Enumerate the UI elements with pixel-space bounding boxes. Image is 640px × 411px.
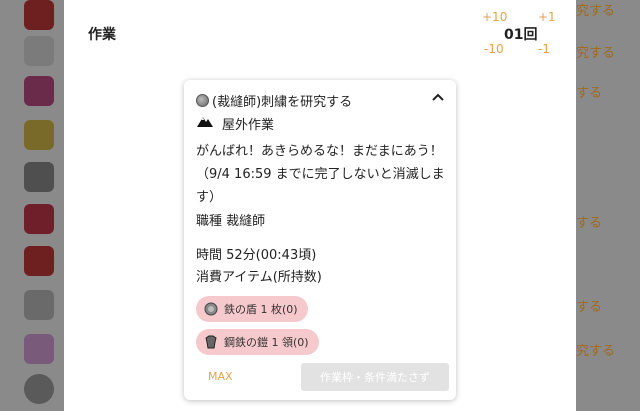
location-label: 屋外作業 xyxy=(222,117,275,133)
task-modal: 作業 +10 +1 01回 -10 -1 (裁縫師)刺繍を研究する 屋外作業 が… xyxy=(64,0,576,411)
job-type: 職種 裁縫師 xyxy=(196,214,266,229)
red-gem-icon xyxy=(24,246,54,276)
cloth-icon xyxy=(24,334,54,364)
mountain-icon xyxy=(196,114,214,132)
max-button[interactable]: MAX xyxy=(208,370,233,383)
background-text: する xyxy=(576,86,603,101)
minus-ten-button[interactable]: -10 xyxy=(484,42,504,56)
steel-armor-icon xyxy=(204,335,218,349)
chevron-up-icon[interactable] xyxy=(428,90,448,110)
consumed-item[interactable]: 鋼鉄の鎧 1 領(0) xyxy=(196,329,319,355)
potion-icon xyxy=(24,204,54,234)
task-card: (裁縫師)刺繍を研究する 屋外作業 がんばれ！あきらめるな！まだまにあう！（9/… xyxy=(184,80,456,400)
list-item xyxy=(24,246,64,276)
list-item xyxy=(24,334,64,364)
repeat-count: 01回 xyxy=(504,27,538,43)
items-heading: 消費アイテム(所持数) xyxy=(196,270,322,285)
task-header[interactable]: (裁縫師)刺繍を研究する xyxy=(196,90,448,110)
list-item xyxy=(24,374,64,404)
furnace-icon xyxy=(24,162,54,192)
list-item xyxy=(24,120,64,150)
list-item xyxy=(24,0,64,30)
coin-icon xyxy=(24,374,54,404)
item-label: 鋼鉄の鎧 1 領(0) xyxy=(224,336,309,349)
task-title: (裁縫師)刺繍を研究する xyxy=(212,94,353,110)
minus-one-button[interactable]: -1 xyxy=(538,42,550,56)
plus-one-button[interactable]: +1 xyxy=(538,10,556,24)
barrel-icon xyxy=(24,290,54,320)
background-text: 究する xyxy=(576,344,616,359)
book-icon xyxy=(24,76,54,106)
skull-icon xyxy=(24,36,54,66)
list-item xyxy=(24,162,64,192)
location-row: 屋外作業 xyxy=(196,113,274,133)
list-item xyxy=(24,76,64,106)
background-text: する xyxy=(576,300,603,315)
background-text: 究する xyxy=(576,4,616,19)
background-text: 究する xyxy=(576,46,616,61)
cake-icon xyxy=(24,120,54,150)
start-task-button[interactable]: 作業枠・条件満たさず xyxy=(301,363,449,391)
item-label: 鉄の盾 1 枚(0) xyxy=(224,303,298,316)
duration: 時間 52分(00:43頃) xyxy=(196,248,317,263)
consumed-item[interactable]: 鉄の盾 1 枚(0) xyxy=(196,296,308,322)
red-gem-icon xyxy=(24,0,54,30)
plus-ten-button[interactable]: +10 xyxy=(482,10,507,24)
coin-icon xyxy=(196,93,209,107)
list-item xyxy=(24,204,64,234)
deadline-message: がんばれ！あきらめるな！まだまにあう！（9/4 16:59 までに完了しないと消… xyxy=(196,144,445,205)
list-item xyxy=(24,290,64,320)
background-text: する xyxy=(576,216,603,231)
list-item xyxy=(24,36,64,66)
modal-title: 作業 xyxy=(88,27,116,43)
iron-shield-icon xyxy=(204,302,218,316)
